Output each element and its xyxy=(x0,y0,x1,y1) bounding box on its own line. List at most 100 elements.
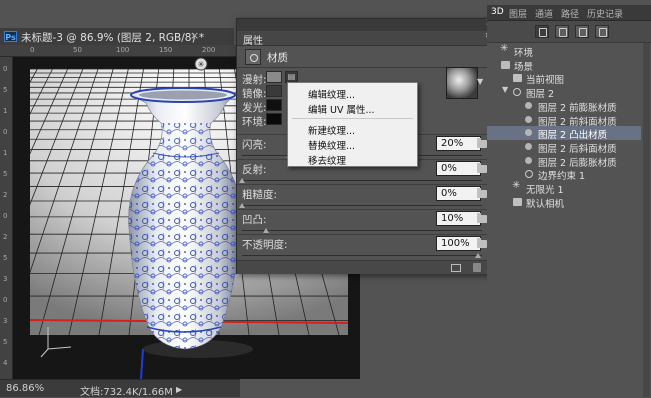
filter-meshes-icon[interactable] xyxy=(555,25,569,38)
3d-filter-toolbar xyxy=(487,21,651,43)
tree-row[interactable]: 无限光 1 xyxy=(487,180,641,196)
menu-item-edit-uv-properties[interactable]: 编辑 UV 属性... xyxy=(308,102,375,116)
folder-icon[interactable] xyxy=(477,188,487,198)
diffuse-color-swatch[interactable] xyxy=(266,71,282,83)
specular-label: 镜像: xyxy=(242,88,267,100)
illumination-color-swatch[interactable] xyxy=(266,99,282,111)
slider-knob[interactable] xyxy=(239,178,245,183)
menu-item-new-texture[interactable]: 新建纹理... xyxy=(308,123,355,137)
tree-row[interactable]: ▼ 图层 2 xyxy=(487,85,641,100)
tree-row[interactable]: 图层 2 前斜面材质 xyxy=(487,113,641,128)
ruler-tick-label: 2 xyxy=(3,191,8,199)
tab-3d[interactable]: 3D xyxy=(491,7,504,17)
panel-titlebar[interactable]: × xyxy=(237,17,498,31)
tree-row[interactable]: 图层 2 后斜面材质 xyxy=(487,140,641,155)
document-tab[interactable]: Ps 未标题-3 @ 86.9% (图层 2, RGB/8) * × xyxy=(0,28,234,45)
mat-icon xyxy=(525,142,532,150)
row-separator xyxy=(237,184,487,185)
tree-row[interactable]: 当前视图 xyxy=(487,71,641,86)
filter-whole-scene-icon[interactable] xyxy=(535,25,549,38)
ambient-color-swatch[interactable] xyxy=(266,113,282,125)
material-icon[interactable] xyxy=(245,49,261,65)
slider-knob[interactable] xyxy=(475,253,481,258)
slider-label: 闪亮: xyxy=(242,139,267,151)
material-preview-sphere[interactable] xyxy=(446,67,478,99)
folder-icon[interactable] xyxy=(477,213,487,223)
tab-properties[interactable]: 属性 xyxy=(243,32,263,47)
trash-icon[interactable] xyxy=(473,263,481,272)
menu-item-edit-texture[interactable]: 编辑纹理... xyxy=(308,87,355,101)
slider-track[interactable] xyxy=(242,180,482,181)
mat-icon xyxy=(525,115,532,123)
tab-history[interactable]: 历史记录 xyxy=(587,7,623,20)
panel-tabs: 3D 图层 通道 路径 历史记录 xyxy=(487,5,651,21)
cam-icon xyxy=(513,74,522,83)
mat-icon xyxy=(525,156,532,164)
slider-label: 反射: xyxy=(242,164,267,176)
slider-value-field[interactable]: 20% xyxy=(436,136,481,151)
menu-separator xyxy=(292,118,413,119)
tree-row[interactable]: 图层 2 凸出材质 xyxy=(487,126,641,141)
slider-track[interactable] xyxy=(242,205,482,206)
zoom-level[interactable]: 86.86% xyxy=(6,383,44,394)
properties-header: 材质 xyxy=(237,46,498,68)
slider-label: 凹凸: xyxy=(242,214,267,226)
slider-value-field[interactable]: 0% xyxy=(436,186,481,201)
ruler-tick-label: 1 xyxy=(3,107,8,115)
tab-layers[interactable]: 图层 xyxy=(509,7,527,20)
tab-channels[interactable]: 通道 xyxy=(535,7,553,20)
slider-value-field[interactable]: 10% xyxy=(436,211,481,226)
row-separator xyxy=(237,234,487,235)
vertical-ruler[interactable]: 051015202530354 xyxy=(0,57,13,379)
tree-row[interactable]: 图层 2 前膨胀材质 xyxy=(487,99,641,114)
illumination-label: 发光: xyxy=(242,102,267,114)
tree-row[interactable]: 场景 xyxy=(487,58,641,73)
folder-icon[interactable] xyxy=(477,138,487,148)
ambient-label: 环境: xyxy=(242,116,267,128)
tree-row-label: 默认相机 xyxy=(526,198,565,210)
slider-label: 粗糙度: xyxy=(242,189,278,201)
filter-lights-icon[interactable] xyxy=(595,25,609,38)
photoshop-logo-icon: Ps xyxy=(4,31,17,42)
3d-panel-scrollbar[interactable] xyxy=(643,43,650,397)
ruler-tick-label: 3 xyxy=(3,275,8,283)
mesh-icon xyxy=(525,170,533,179)
svg-text:✳: ✳ xyxy=(198,60,205,69)
material-picker-arrow-icon[interactable]: ▼ xyxy=(477,77,483,86)
filter-materials-icon[interactable] xyxy=(575,25,589,38)
specular-color-swatch[interactable] xyxy=(266,85,282,97)
slider-label: 不透明度: xyxy=(242,239,288,251)
cam-icon xyxy=(513,197,522,206)
slider-track[interactable] xyxy=(242,230,482,231)
slider-knob[interactable] xyxy=(263,228,269,233)
scene-icon xyxy=(501,60,510,69)
expand-triangle-icon[interactable]: ▼ xyxy=(502,85,508,94)
status-menu-arrow-icon[interactable]: ▶ xyxy=(176,385,182,394)
slider-track[interactable] xyxy=(242,255,482,256)
tree-row[interactable]: 环境 xyxy=(487,43,641,59)
folder-icon[interactable] xyxy=(477,238,487,248)
close-document-icon[interactable]: × xyxy=(190,29,199,42)
status-bar: 86.86% 文档:732.4K/1.66M ▶ xyxy=(0,379,240,398)
new-item-icon[interactable] xyxy=(451,264,461,272)
slider-knob[interactable] xyxy=(239,203,245,208)
slider-value-field[interactable]: 0% xyxy=(436,161,481,176)
menu-item-remove-texture[interactable]: 移去纹理 xyxy=(308,153,346,167)
slider-value-field[interactable]: 100% xyxy=(436,236,481,251)
ruler-tick-label: 200 xyxy=(202,46,216,54)
ruler-tick-label: 0 xyxy=(3,128,8,136)
ruler-tick-label: 1 xyxy=(3,149,8,157)
tree-row[interactable]: 图层 2 后膨胀材质 xyxy=(487,154,641,169)
texture-context-menu: 编辑纹理... 编辑 UV 属性... 新建纹理... 替换纹理... 移去纹理 xyxy=(287,82,418,167)
ruler-tick-label: 5 xyxy=(3,254,8,262)
tree-row[interactable]: 默认相机 xyxy=(487,195,641,210)
diffuse-label: 漫射: xyxy=(242,74,267,86)
tree-row[interactable]: 边界约束 1 xyxy=(487,167,641,182)
menu-item-replace-texture[interactable]: 替换纹理... xyxy=(308,138,355,152)
ruler-tick-label: 2 xyxy=(3,233,8,241)
folder-icon[interactable] xyxy=(477,163,487,173)
properties-footer xyxy=(237,260,498,274)
env-icon xyxy=(500,43,510,55)
tab-paths[interactable]: 路径 xyxy=(561,7,579,20)
document-title: 未标题-3 @ 86.9% (图层 2, RGB/8) * xyxy=(21,32,205,44)
